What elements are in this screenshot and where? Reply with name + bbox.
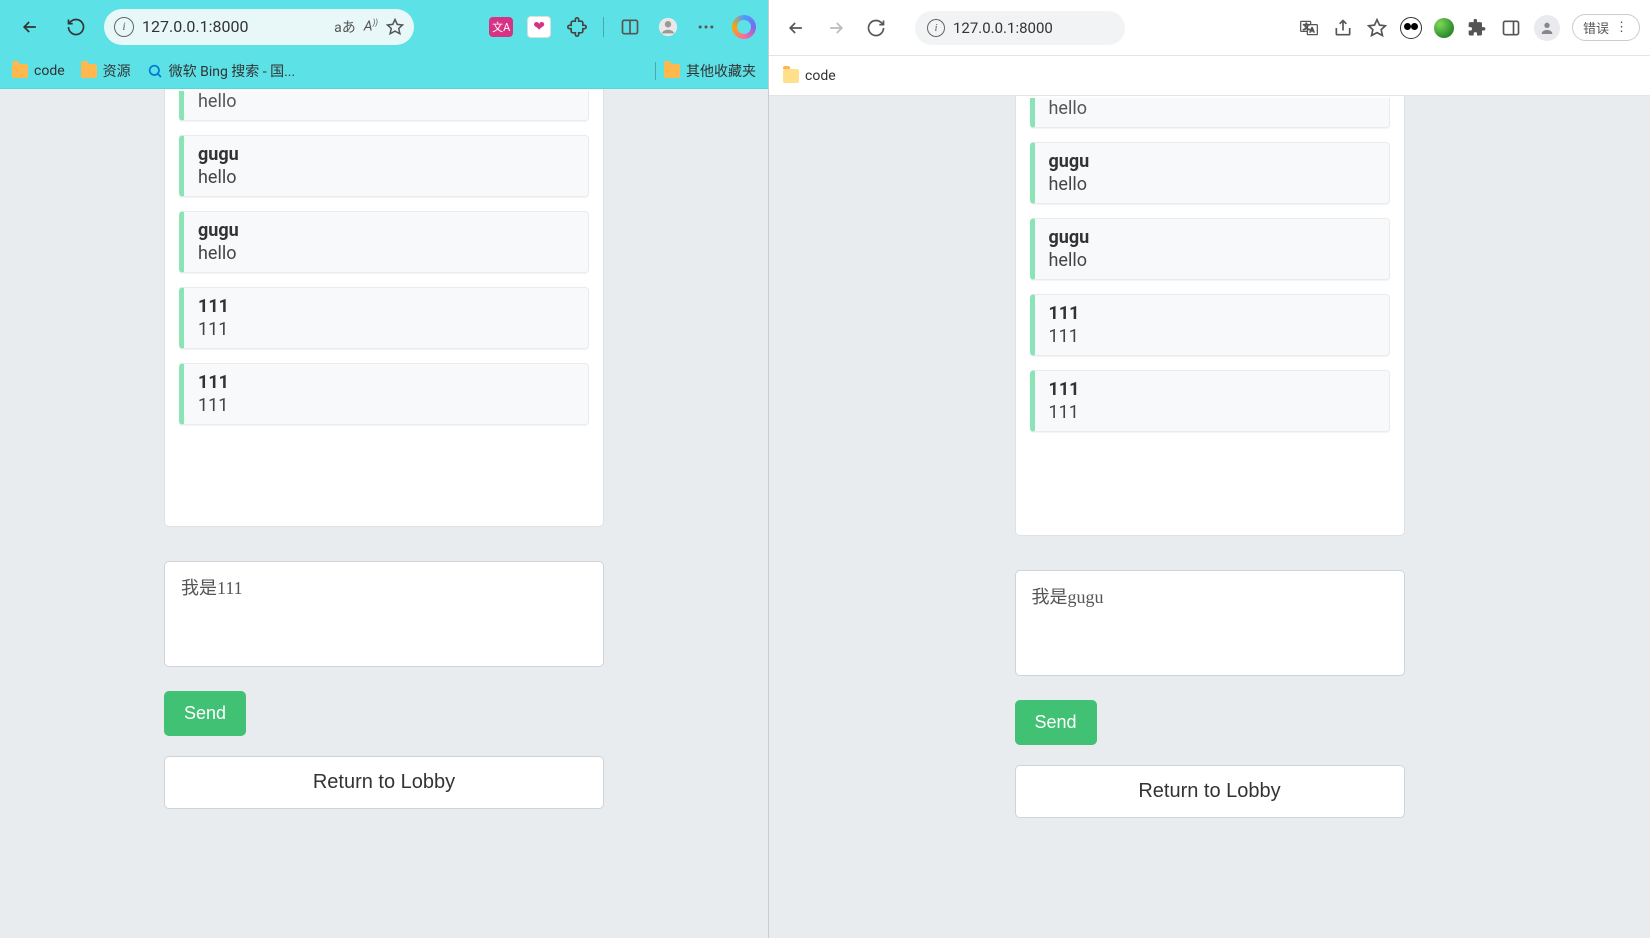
message-text: hello bbox=[1049, 174, 1375, 195]
error-indicator[interactable]: 错误 ⋮ bbox=[1572, 14, 1640, 41]
chat-message: guguhello bbox=[1030, 218, 1390, 280]
message-username: 111 bbox=[1049, 379, 1375, 400]
chrome-toolbar: i 127.0.0.1:8000 文A bbox=[769, 0, 1650, 56]
favorite-star-icon[interactable] bbox=[386, 18, 404, 36]
return-to-lobby-button[interactable]: Return to Lobby bbox=[1015, 765, 1405, 818]
side-panel-icon[interactable] bbox=[1500, 17, 1522, 39]
bookmark-label: code bbox=[34, 63, 65, 79]
chat-message: guguhello bbox=[179, 135, 589, 197]
bookmark-folder-code[interactable]: code bbox=[783, 68, 836, 84]
message-text: 111 bbox=[198, 319, 574, 340]
profile-icon[interactable] bbox=[656, 15, 680, 39]
bookmark-folder-resources[interactable]: 资源 bbox=[81, 61, 131, 81]
extension-icon[interactable]: ❤ bbox=[527, 16, 551, 38]
bookmark-other-favorites[interactable]: 其他收藏夹 bbox=[664, 61, 756, 81]
profile-icon[interactable] bbox=[1534, 15, 1560, 41]
bookmark-label: code bbox=[805, 68, 836, 84]
chrome-address-bar[interactable]: i 127.0.0.1:8000 bbox=[915, 11, 1125, 45]
chat-message: 111111 bbox=[179, 287, 589, 349]
folder-icon bbox=[664, 64, 680, 78]
translate-icon[interactable]: 文A bbox=[1298, 17, 1320, 39]
site-info-icon[interactable]: i bbox=[927, 19, 945, 37]
refresh-button[interactable] bbox=[859, 11, 893, 45]
chrome-bookmarks-bar: code bbox=[769, 56, 1650, 96]
message-list[interactable]: helloguguhelloguguhello111111111111 bbox=[1015, 96, 1405, 536]
page-content: helloguguhelloguguhello111111111111 Send… bbox=[769, 96, 1650, 938]
back-button[interactable] bbox=[779, 11, 813, 45]
bookmark-label: 微软 Bing 搜索 - 国... bbox=[169, 61, 296, 81]
bookmark-label: 资源 bbox=[103, 61, 131, 81]
message-text: hello bbox=[1049, 98, 1375, 119]
edge-browser-window: i 127.0.0.1:8000 aあ A)) 文A ❤ bbox=[0, 0, 768, 938]
bookmark-folder-code[interactable]: code bbox=[12, 63, 65, 79]
extensions-menu-icon[interactable] bbox=[565, 15, 589, 39]
reading-mode-icon[interactable]: aあ bbox=[334, 17, 356, 37]
chrome-toolbar-right: 文A 错误 ⋮ bbox=[1298, 14, 1640, 41]
message-username: 111 bbox=[1049, 303, 1375, 324]
extension-globe-icon[interactable] bbox=[1434, 18, 1454, 38]
extension-icon[interactable]: 文A bbox=[489, 17, 513, 37]
search-icon bbox=[147, 63, 163, 79]
edge-toolbar-right: 文A ❤ bbox=[489, 15, 756, 39]
chat-message: 111111 bbox=[1030, 370, 1390, 432]
bookmark-bing[interactable]: 微软 Bing 搜索 - 国... bbox=[147, 61, 296, 81]
message-username: gugu bbox=[198, 144, 574, 165]
message-text: hello bbox=[1049, 250, 1375, 271]
message-text: hello bbox=[198, 91, 574, 112]
more-menu-icon[interactable] bbox=[694, 15, 718, 39]
edge-address-bar[interactable]: i 127.0.0.1:8000 aあ A)) bbox=[104, 9, 414, 45]
extension-panda-icon[interactable] bbox=[1400, 17, 1422, 39]
bookmark-star-icon[interactable] bbox=[1366, 17, 1388, 39]
message-text: 111 bbox=[1049, 326, 1375, 347]
svg-text:A: A bbox=[1310, 26, 1315, 34]
chat-message: hello bbox=[1030, 98, 1390, 128]
url-text: 127.0.0.1:8000 bbox=[953, 19, 1053, 37]
send-button[interactable]: Send bbox=[164, 691, 246, 736]
folder-icon bbox=[12, 64, 28, 78]
split-screen-icon[interactable] bbox=[618, 15, 642, 39]
message-username: 111 bbox=[198, 296, 574, 317]
more-dots-icon: ⋮ bbox=[1615, 20, 1629, 35]
chat-message: 111111 bbox=[1030, 294, 1390, 356]
chat-container: helloguguhelloguguhello111111111111 Send… bbox=[154, 89, 614, 938]
forward-button[interactable] bbox=[819, 11, 853, 45]
bookmark-label: 其他收藏夹 bbox=[686, 61, 756, 81]
copilot-icon[interactable] bbox=[732, 15, 756, 39]
edge-bookmarks-bar: code 资源 微软 Bing 搜索 - 国... 其他收藏夹 bbox=[0, 53, 768, 89]
share-icon[interactable] bbox=[1332, 17, 1354, 39]
chat-message: hello bbox=[179, 91, 589, 121]
chat-container: helloguguhelloguguhello111111111111 Send… bbox=[1005, 96, 1415, 938]
extensions-menu-icon[interactable] bbox=[1466, 17, 1488, 39]
edge-toolbar: i 127.0.0.1:8000 aあ A)) 文A ❤ bbox=[0, 0, 768, 53]
message-input[interactable] bbox=[164, 561, 604, 667]
message-username: gugu bbox=[1049, 227, 1375, 248]
chat-message: 111111 bbox=[179, 363, 589, 425]
url-text: 127.0.0.1:8000 bbox=[142, 17, 326, 36]
back-button[interactable] bbox=[12, 9, 48, 45]
message-username: gugu bbox=[198, 220, 574, 241]
folder-icon bbox=[783, 69, 799, 83]
chat-message: guguhello bbox=[1030, 142, 1390, 204]
send-button[interactable]: Send bbox=[1015, 700, 1097, 745]
chat-message: guguhello bbox=[179, 211, 589, 273]
message-username: gugu bbox=[1049, 151, 1375, 172]
message-text: 111 bbox=[1049, 402, 1375, 423]
error-label: 错误 bbox=[1583, 18, 1609, 37]
message-text: 111 bbox=[198, 395, 574, 416]
message-text: hello bbox=[198, 243, 574, 264]
refresh-button[interactable] bbox=[58, 9, 94, 45]
message-list[interactable]: helloguguhelloguguhello111111111111 bbox=[164, 89, 604, 527]
chrome-browser-window: i 127.0.0.1:8000 文A bbox=[768, 0, 1650, 938]
message-username: 111 bbox=[198, 372, 574, 393]
separator bbox=[603, 17, 604, 37]
separator bbox=[655, 62, 656, 80]
font-size-icon[interactable]: A)) bbox=[364, 18, 378, 35]
message-text: hello bbox=[198, 167, 574, 188]
return-to-lobby-button[interactable]: Return to Lobby bbox=[164, 756, 604, 809]
page-content: helloguguhelloguguhello111111111111 Send… bbox=[0, 89, 768, 938]
site-info-icon[interactable]: i bbox=[114, 17, 134, 37]
message-input[interactable] bbox=[1015, 570, 1405, 676]
folder-icon bbox=[81, 64, 97, 78]
